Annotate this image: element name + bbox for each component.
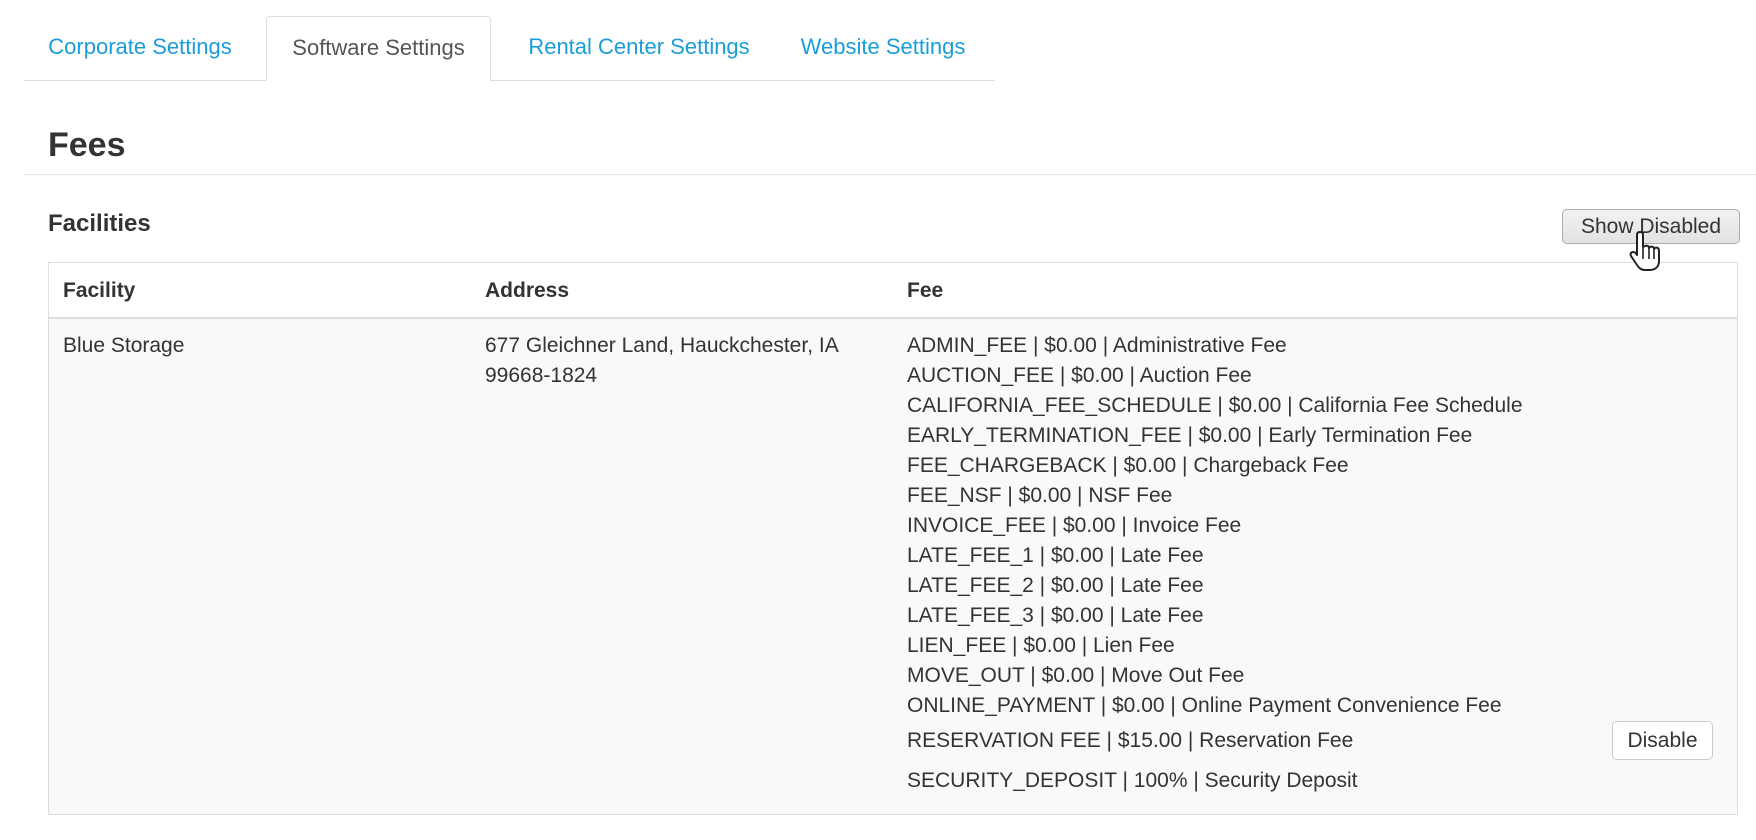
fee-item: LATE_FEE_2 | $0.00 | Late Fee bbox=[907, 574, 1204, 597]
facility-address: 677 Gleichner Land, Hauckchester, IA 996… bbox=[485, 334, 838, 387]
fee-item: INVOICE_FEE | $0.00 | Invoice Fee bbox=[907, 514, 1242, 537]
table-row: Blue Storage 677 Gleichner Land, Hauckch… bbox=[49, 319, 1737, 814]
tab-website-settings[interactable]: Website Settings bbox=[787, 16, 979, 80]
fee-item: AUCTION_FEE | $0.00 | Auction Fee bbox=[907, 364, 1252, 387]
fee-item: ADMIN_FEE | $0.00 | Administrative Fee bbox=[907, 334, 1287, 357]
fee-list: ADMIN_FEE | $0.00 | Administrative Fee A… bbox=[907, 331, 1727, 801]
title-divider bbox=[24, 174, 1756, 175]
fee-item: SECURITY_DEPOSIT | 100% | Security Depos… bbox=[907, 769, 1358, 792]
fee-item-text: RESERVATION FEE | $15.00 | Reservation F… bbox=[907, 729, 1354, 752]
hand-pointer-cursor-icon bbox=[1629, 231, 1660, 271]
tab-corporate-settings[interactable]: Corporate Settings bbox=[24, 16, 256, 80]
fee-item: LIEN_FEE | $0.00 | Lien Fee bbox=[907, 634, 1175, 657]
section-title-facilities: Facilities bbox=[48, 210, 151, 237]
page-title: Fees bbox=[48, 126, 126, 164]
facilities-table: Facility Address Fee Blue Storage 677 Gl… bbox=[48, 262, 1738, 815]
fee-item: MOVE_OUT | $0.00 | Move Out Fee bbox=[907, 664, 1245, 687]
column-header-facility: Facility bbox=[63, 279, 136, 302]
fee-item: FEE_NSF | $0.00 | NSF Fee bbox=[907, 484, 1173, 507]
settings-tabs: Corporate Settings Software Settings Ren… bbox=[24, 16, 995, 81]
fee-item: ONLINE_PAYMENT | $0.00 | Online Payment … bbox=[907, 694, 1502, 717]
disable-button[interactable]: Disable bbox=[1612, 721, 1713, 760]
column-header-fee: Fee bbox=[907, 279, 944, 302]
tab-software-settings[interactable]: Software Settings bbox=[266, 16, 491, 81]
table-header: Facility Address Fee bbox=[49, 263, 1737, 319]
fee-item: FEE_CHARGEBACK | $0.00 | Chargeback Fee bbox=[907, 454, 1349, 477]
fee-item: LATE_FEE_1 | $0.00 | Late Fee bbox=[907, 544, 1204, 567]
fee-item: LATE_FEE_3 | $0.00 | Late Fee bbox=[907, 604, 1204, 627]
fee-item: EARLY_TERMINATION_FEE | $0.00 | Early Te… bbox=[907, 424, 1473, 447]
column-header-address: Address bbox=[485, 279, 570, 302]
fee-item-reservation: RESERVATION FEE | $15.00 | Reservation F… bbox=[907, 721, 1727, 761]
fee-item: CALIFORNIA_FEE_SCHEDULE | $0.00 | Califo… bbox=[907, 394, 1523, 417]
tab-rental-center-settings[interactable]: Rental Center Settings bbox=[511, 16, 767, 80]
facility-name: Blue Storage bbox=[63, 334, 185, 357]
